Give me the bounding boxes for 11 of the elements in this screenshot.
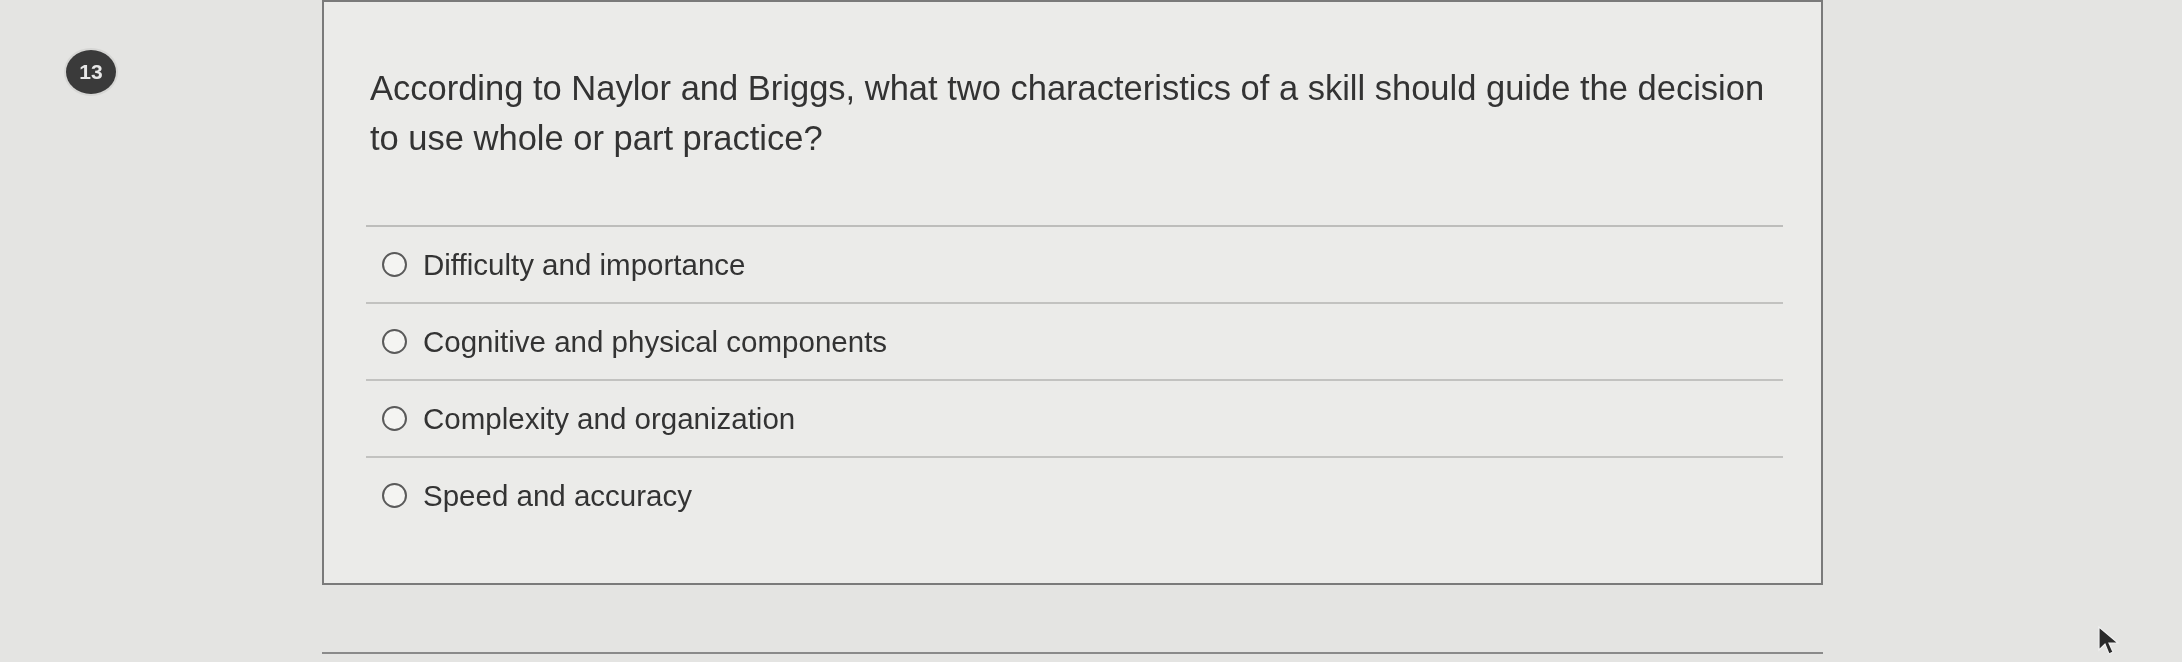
question-text: According to Naylor and Briggs, what two characteristics of a skill should guide the decision to use whole or part practice?: [370, 68, 1766, 159]
radio-button[interactable]: [382, 406, 407, 431]
radio-button[interactable]: [382, 483, 407, 508]
option-label[interactable]: Difficulty and importance: [423, 247, 746, 282]
radio-button[interactable]: [382, 252, 407, 277]
pointer-cursor-icon: [2098, 626, 2120, 656]
option-label[interactable]: Cognitive and physical components: [423, 324, 888, 359]
question-number: 13: [66, 50, 116, 94]
radio-button[interactable]: [382, 329, 407, 354]
option-label[interactable]: Complexity and organization: [423, 401, 796, 436]
option-label[interactable]: Speed and accuracy: [423, 478, 692, 513]
